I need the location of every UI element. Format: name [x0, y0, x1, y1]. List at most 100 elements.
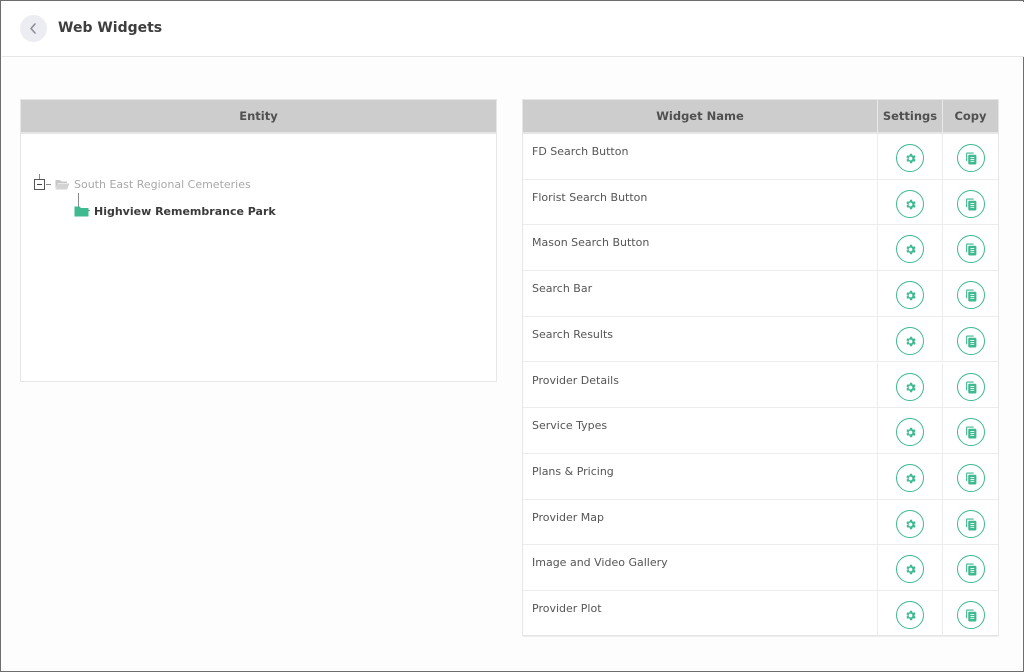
copy-button[interactable]: [957, 326, 985, 355]
settings-cell: [877, 134, 942, 179]
widget-name: Search Results: [532, 327, 614, 341]
copy-cell: [942, 545, 998, 590]
settings-button[interactable]: [896, 601, 924, 629]
folder-open-icon: [55, 180, 70, 190]
copy-cell: [942, 453, 998, 499]
column-header-widget-name: Widget Name: [656, 109, 744, 123]
copy-button[interactable]: [957, 235, 985, 264]
table-row: Provider Plot: [523, 591, 998, 637]
widget-name: Image and Video Gallery: [532, 556, 668, 570]
widget-name: Provider Map: [532, 510, 604, 524]
column-header-settings: Settings: [877, 100, 942, 132]
gear-icon: [906, 382, 916, 392]
copy-button[interactable]: [957, 509, 985, 538]
widget-name: FD Search Button: [532, 145, 629, 158]
copy-cell: [942, 179, 998, 225]
copy-icon: [966, 289, 977, 302]
table-row: Florist Search Button: [523, 179, 998, 226]
settings-button[interactable]: [896, 235, 924, 264]
widget-name: Florist Search Button: [532, 190, 648, 204]
settings-cell: [877, 362, 942, 408]
copy-button[interactable]: [957, 281, 985, 310]
copy-button[interactable]: [957, 463, 985, 492]
settings-button[interactable]: [896, 509, 924, 538]
table-row: Search Results: [523, 316, 998, 363]
widget-name: Provider Plot: [532, 602, 602, 615]
settings-cell: [877, 408, 942, 453]
entity-tree: South East Regional Cemeteries Highview …: [21, 134, 496, 374]
settings-button[interactable]: [896, 372, 924, 401]
settings-cell: [877, 499, 942, 545]
tree-child-label[interactable]: Highview Remembrance Park: [94, 205, 276, 218]
tree-collapse-toggle[interactable]: [34, 179, 45, 190]
gear-icon: [906, 245, 916, 255]
table-row: Plans & Pricing: [523, 453, 998, 500]
settings-cell: [877, 179, 942, 225]
copy-button[interactable]: [957, 601, 985, 629]
gear-icon: [906, 336, 916, 347]
tree-connector: [46, 184, 51, 185]
tree-root-label[interactable]: South East Regional Cemeteries: [74, 178, 251, 191]
chevron-left-icon: [30, 23, 36, 34]
back-button[interactable]: [20, 15, 47, 42]
settings-button[interactable]: [896, 463, 924, 492]
page-header: Web Widgets: [2, 2, 1024, 57]
settings-button[interactable]: [896, 281, 924, 310]
table-row: Provider Details: [523, 362, 998, 409]
copy-icon: [966, 472, 977, 485]
copy-button[interactable]: [957, 555, 985, 584]
gear-icon: [906, 427, 916, 438]
copy-button[interactable]: [957, 189, 985, 218]
copy-cell: [942, 408, 998, 453]
widget-name: Service Types: [532, 419, 608, 433]
app-frame: Web Widgets Entity South East Regional C…: [0, 0, 1024, 672]
copy-button[interactable]: [957, 418, 985, 447]
settings-button[interactable]: [896, 144, 924, 172]
copy-icon: [966, 381, 977, 393]
copy-cell: [942, 225, 998, 271]
copy-cell: [942, 134, 998, 179]
copy-icon: [966, 152, 977, 165]
entity-column-header: Entity: [21, 100, 496, 134]
widget-name: Search Bar: [532, 282, 593, 296]
gear-icon: [906, 199, 916, 209]
table-row: Provider Map: [523, 499, 998, 546]
copy-cell: [942, 591, 998, 636]
settings-cell: [877, 316, 942, 362]
page-title: Web Widgets: [58, 20, 163, 36]
gear-icon: [906, 290, 916, 301]
table-row: FD Search Button: [523, 134, 998, 180]
gear-icon: [906, 610, 916, 621]
settings-cell: [877, 271, 942, 316]
widget-name: Provider Details: [532, 373, 619, 387]
copy-icon: [966, 563, 977, 576]
copy-icon: [966, 243, 977, 256]
gear-icon: [906, 565, 916, 575]
widgets-table-header: Widget Name Settings Copy: [523, 100, 998, 134]
copy-icon: [966, 518, 977, 531]
copy-icon: [966, 426, 977, 439]
gear-icon: [906, 473, 916, 484]
gear-icon: [906, 153, 916, 164]
table-row: Image and Video Gallery: [523, 545, 998, 591]
column-header-copy: Copy: [942, 100, 998, 132]
entity-panel: Entity South East Regional Cemeteries Hi…: [20, 99, 497, 382]
settings-button[interactable]: [896, 555, 924, 584]
gear-icon: [906, 519, 916, 529]
copy-icon: [966, 198, 977, 211]
settings-button[interactable]: [896, 418, 924, 447]
settings-button[interactable]: [896, 189, 924, 218]
settings-cell: [877, 545, 942, 590]
copy-button[interactable]: [957, 144, 985, 172]
settings-button[interactable]: [896, 326, 924, 355]
table-row: Search Bar: [523, 271, 998, 317]
widget-name: Plans & Pricing: [532, 464, 614, 478]
settings-cell: [877, 225, 942, 271]
copy-icon: [966, 335, 977, 348]
settings-cell: [877, 453, 942, 499]
copy-button[interactable]: [957, 372, 985, 401]
table-row: Mason Search Button: [523, 225, 998, 272]
folder-icon: [74, 206, 89, 217]
settings-cell: [877, 591, 942, 636]
copy-cell: [942, 499, 998, 545]
